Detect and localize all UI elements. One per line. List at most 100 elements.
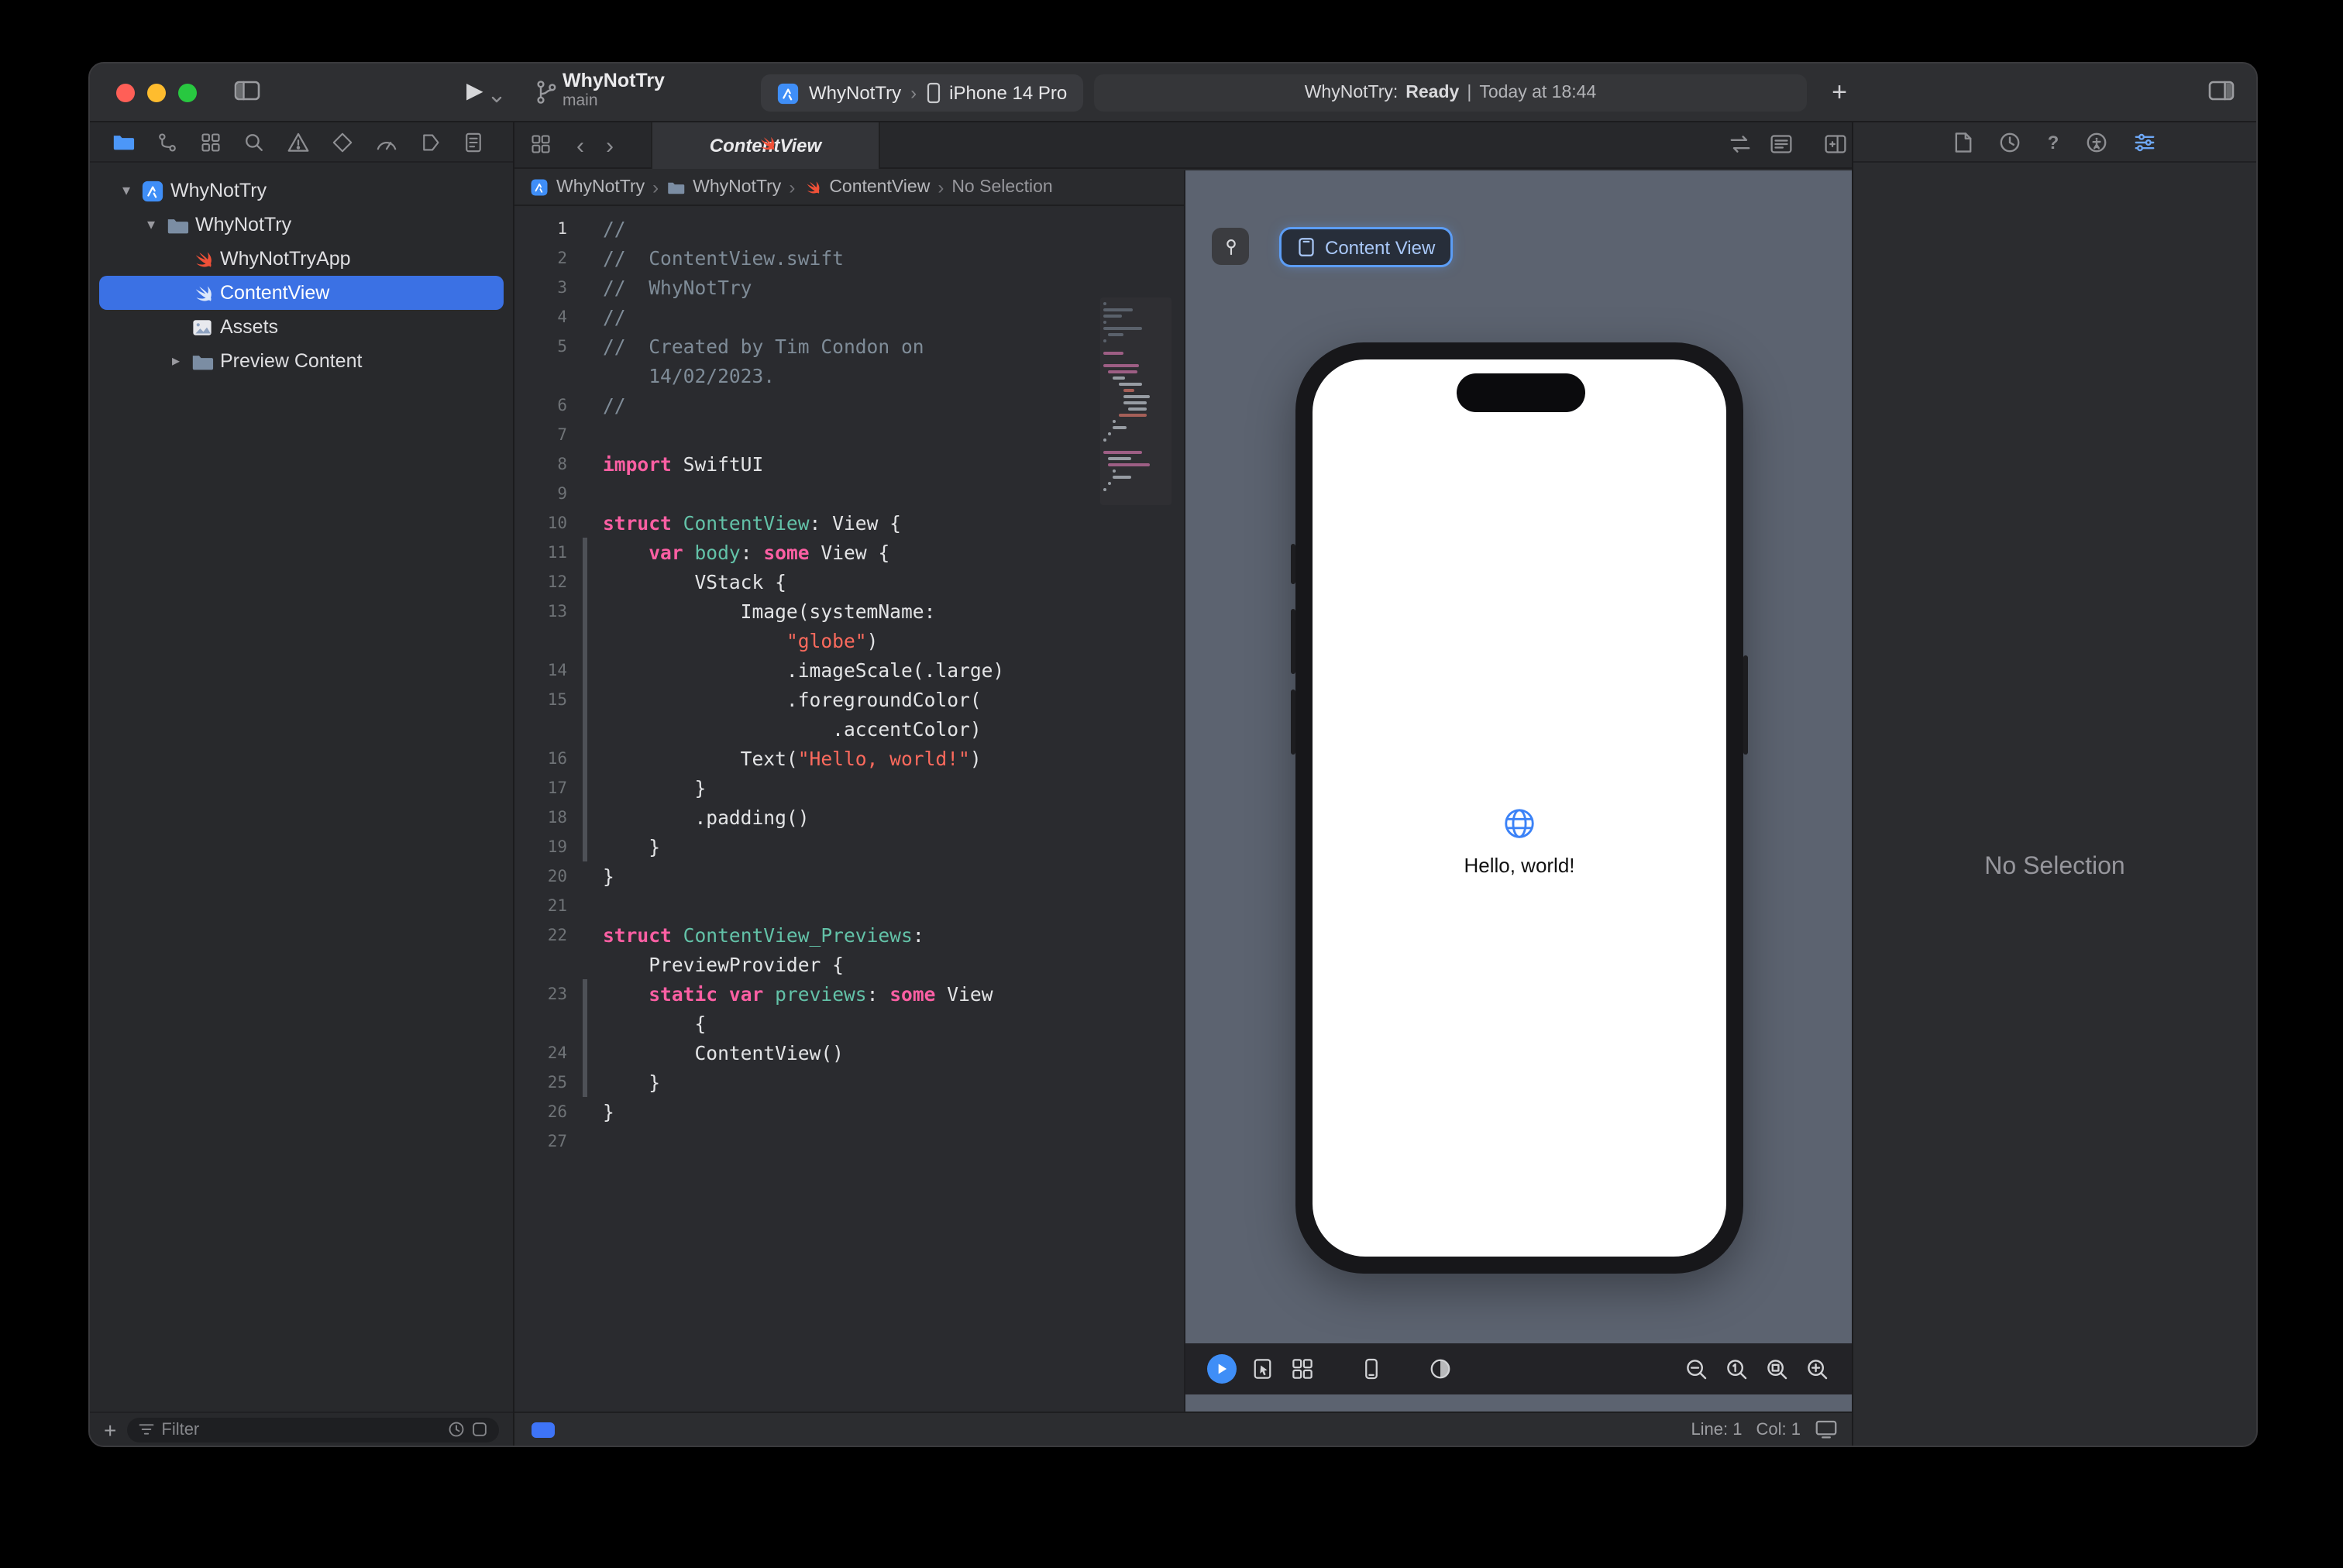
pin-preview-button[interactable]: [1212, 228, 1249, 265]
accessibility-inspector-icon[interactable]: [2085, 131, 2107, 153]
jump-item-project[interactable]: WhyNotTry: [556, 178, 645, 197]
code-line[interactable]: var body: some View {: [603, 542, 889, 563]
fold-ribbon: [583, 744, 587, 773]
preview-chip[interactable]: Content View: [1282, 229, 1451, 265]
add-editor-icon[interactable]: [1824, 133, 1847, 155]
code-review-icon[interactable]: [1728, 133, 1753, 155]
code-line[interactable]: {: [603, 1013, 706, 1034]
code-line[interactable]: }: [603, 777, 706, 799]
zoom-actual-size-button[interactable]: [1725, 1357, 1750, 1381]
code-line[interactable]: "globe"): [603, 630, 878, 652]
code-line[interactable]: }: [603, 865, 614, 887]
code-line[interactable]: //: [603, 306, 626, 328]
zoom-to-fit-button[interactable]: [1765, 1357, 1790, 1381]
jump-item-group[interactable]: WhyNotTry: [693, 178, 781, 197]
live-preview-button[interactable]: [1207, 1354, 1237, 1384]
source-control-navigator-icon[interactable]: [157, 131, 178, 153]
sidebar-item-whynottry[interactable]: ▾ WhyNotTry: [99, 208, 504, 242]
library-add-button[interactable]: +: [1822, 76, 1856, 110]
selectable-preview-button[interactable]: [1252, 1357, 1275, 1381]
run-destination-selector[interactable]: WhyNotTry › iPhone 14 Pro: [761, 74, 1083, 112]
code-line[interactable]: import SwiftUI: [603, 453, 763, 475]
tab-contentview[interactable]: ContentView: [651, 122, 880, 169]
code-line[interactable]: 14/02/2023.: [603, 365, 775, 387]
file-inspector-icon[interactable]: [1955, 131, 1973, 153]
sidebar-item-whynottry[interactable]: ▾ WhyNotTry: [99, 174, 504, 208]
close-button[interactable]: [116, 84, 135, 102]
source-control-status-icon[interactable]: [471, 1421, 488, 1438]
test-navigator-icon[interactable]: [332, 131, 353, 153]
device-settings-button[interactable]: [1361, 1357, 1382, 1381]
sidebar-toggle-icon[interactable]: [234, 79, 260, 102]
inspector-divider[interactable]: [1852, 64, 1853, 1446]
disclosure-triangle-icon[interactable]: ▾: [143, 216, 160, 233]
chevron-right-icon: ›: [938, 177, 944, 198]
iphone-preview[interactable]: Hello, world!: [1291, 342, 1748, 1274]
minimap-line: [1103, 389, 1168, 392]
debug-navigator-icon[interactable]: [375, 132, 398, 152]
add-file-button[interactable]: +: [104, 1418, 116, 1440]
code-line[interactable]: .imageScale(.large): [603, 659, 1004, 681]
code-line[interactable]: static var previews: some View: [603, 983, 993, 1005]
breakpoint-indicator[interactable]: [532, 1422, 555, 1437]
zoom-out-button[interactable]: [1684, 1357, 1709, 1381]
related-items-icon[interactable]: [530, 133, 552, 155]
minimap[interactable]: [1100, 297, 1172, 505]
code-line[interactable]: struct ContentView_Previews:: [603, 924, 924, 946]
attributes-inspector-icon[interactable]: [2133, 131, 2155, 153]
preview-variants-button[interactable]: [1291, 1357, 1314, 1381]
forward-button[interactable]: ›: [606, 133, 614, 160]
sidebar-divider[interactable]: [513, 64, 514, 1446]
issue-navigator-icon[interactable]: [287, 131, 310, 153]
breakpoint-navigator-icon[interactable]: [420, 131, 442, 153]
code-line[interactable]: Text("Hello, world!"): [603, 748, 982, 769]
run-options-chevron-icon[interactable]: [491, 96, 502, 104]
sidebar-item-preview-content[interactable]: ▸ Preview Content: [99, 344, 504, 378]
inspector-toggle-icon[interactable]: [2208, 79, 2235, 102]
code-row: 19 }: [514, 832, 1184, 861]
code-line[interactable]: VStack {: [603, 571, 786, 593]
app-target-icon: [776, 81, 800, 105]
jump-item-file[interactable]: ContentView: [829, 178, 930, 197]
code-line[interactable]: Image(systemName:: [603, 600, 936, 622]
jump-item-selection[interactable]: No Selection: [951, 178, 1052, 197]
code-line[interactable]: struct ContentView: View {: [603, 512, 901, 534]
zoom-button[interactable]: [178, 84, 197, 102]
code-line[interactable]: //: [603, 394, 626, 416]
run-button[interactable]: ▶: [466, 77, 483, 104]
source-editor[interactable]: 1 // 2 // ContentView.swift 3 // WhyNotTry 4 //…: [514, 208, 1184, 1412]
filter-field[interactable]: Filter: [127, 1417, 499, 1442]
sidebar-item-whynottryapp[interactable]: WhyNotTryApp: [99, 242, 504, 276]
scheme-selector[interactable]: WhyNotTry main: [563, 70, 665, 111]
code-line[interactable]: .foregroundColor(: [603, 689, 982, 710]
code-line[interactable]: ContentView(): [603, 1042, 844, 1064]
code-line[interactable]: // WhyNotTry: [603, 277, 752, 298]
sidebar-item-contentview[interactable]: ContentView: [99, 276, 504, 310]
code-line[interactable]: }: [603, 1101, 614, 1123]
quick-help-inspector-icon[interactable]: ?: [2048, 131, 2059, 153]
code-line[interactable]: // Created by Tim Condon on: [603, 335, 924, 357]
history-inspector-icon[interactable]: [2000, 131, 2021, 153]
code-line[interactable]: // ContentView.swift: [603, 247, 844, 269]
find-navigator-icon[interactable]: [243, 131, 265, 153]
report-navigator-icon[interactable]: [463, 131, 483, 153]
back-button[interactable]: ‹: [576, 133, 584, 160]
minimize-button[interactable]: [147, 84, 166, 102]
code-line[interactable]: }: [603, 1071, 660, 1093]
disclosure-triangle-icon[interactable]: ▸: [167, 352, 184, 370]
zoom-in-button[interactable]: [1805, 1357, 1830, 1381]
code-line[interactable]: .padding(): [603, 806, 809, 828]
color-scheme-button[interactable]: [1429, 1357, 1452, 1381]
line-number: 2: [557, 249, 567, 267]
disclosure-triangle-icon[interactable]: ▾: [118, 182, 135, 199]
sidebar-item-assets[interactable]: Assets: [99, 310, 504, 344]
symbol-navigator-icon[interactable]: [200, 131, 222, 153]
editor-display-icon[interactable]: [1815, 1419, 1838, 1439]
code-line[interactable]: //: [603, 218, 626, 239]
code-line[interactable]: PreviewProvider {: [603, 954, 844, 975]
code-line[interactable]: .accentColor): [603, 718, 982, 740]
recent-files-clock-icon[interactable]: [448, 1421, 465, 1438]
code-line[interactable]: }: [603, 836, 660, 858]
project-navigator-icon[interactable]: [112, 130, 135, 153]
editor-options-icon[interactable]: [1770, 133, 1793, 155]
